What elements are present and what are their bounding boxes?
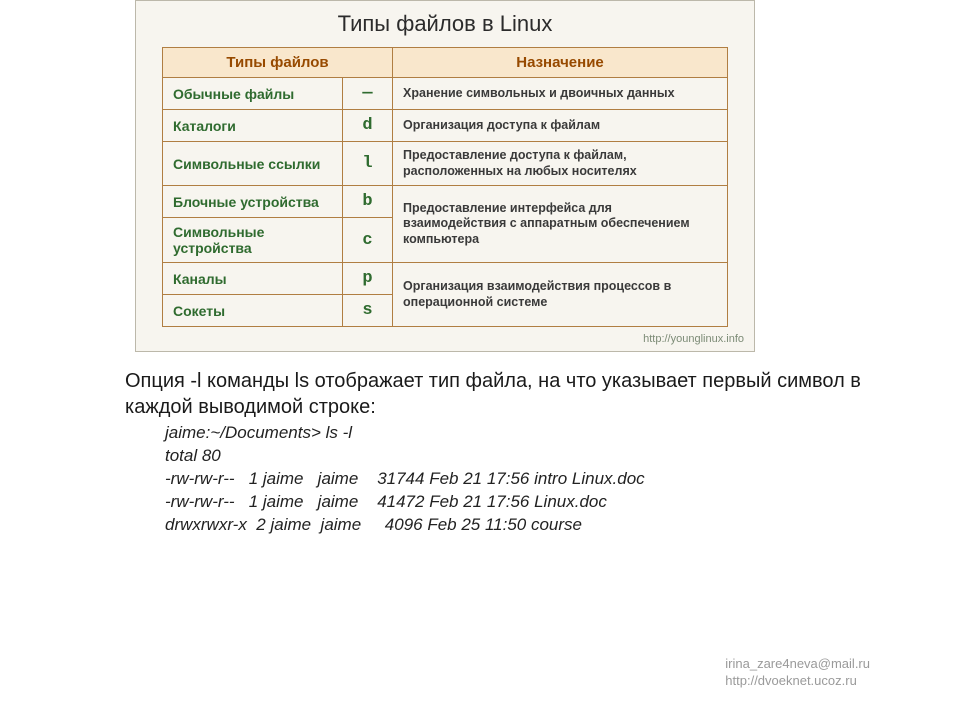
type-desc: Организация взаимодействия процессов в о… <box>393 263 728 327</box>
type-symbol: l <box>343 142 393 186</box>
filetype-table: Типы файлов Назначение Обычные файлы — Х… <box>162 47 728 327</box>
type-name: Символьные устройства <box>163 218 343 263</box>
type-symbol: с <box>343 218 393 263</box>
slide-footer: irina_zare4neva@mail.ru http://dvoeknet.… <box>725 656 870 690</box>
filetype-table-card: Типы файлов в Linux Типы файлов Назначен… <box>135 0 755 352</box>
terminal-line: total 80 <box>165 446 221 465</box>
type-name: Блочные устройства <box>163 186 343 218</box>
header-purpose: Назначение <box>393 48 728 78</box>
table-title: Типы файлов в Linux <box>162 11 728 37</box>
terminal-line: drwxrwxr-x 2 jaime jaime 4096 Feb 25 11:… <box>165 515 582 534</box>
terminal-line: -rw-rw-r-- 1 jaime jaime 41472 Feb 21 17… <box>165 492 607 511</box>
table-row: Каналы p Организация взаимодействия проц… <box>163 263 728 295</box>
type-desc: Хранение символьных и двоичных данных <box>393 78 728 110</box>
type-symbol: d <box>343 110 393 142</box>
type-name: Сокеты <box>163 295 343 327</box>
footer-url: http://dvoeknet.ucoz.ru <box>725 673 870 690</box>
table-row: Обычные файлы — Хранение символьных и дв… <box>163 78 728 110</box>
type-name: Обычные файлы <box>163 78 343 110</box>
footer-email: irina_zare4neva@mail.ru <box>725 656 870 673</box>
type-name: Каталоги <box>163 110 343 142</box>
paragraph: Опция -l команды ls отображает тип файла… <box>125 368 900 420</box>
header-type: Типы файлов <box>163 48 393 78</box>
terminal-output: jaime:~/Documents> ls -l total 80 -rw-rw… <box>165 422 900 537</box>
terminal-line: jaime:~/Documents> ls -l <box>165 423 352 442</box>
type-desc: Предоставление доступа к файлам, располо… <box>393 142 728 186</box>
table-row: Блочные устройства b Предоставление инте… <box>163 186 728 218</box>
table-source-link: http://younglinux.info <box>643 333 744 345</box>
table-row: Символьные ссылки l Предоставление досту… <box>163 142 728 186</box>
terminal-line: -rw-rw-r-- 1 jaime jaime 31744 Feb 21 17… <box>165 469 645 488</box>
type-symbol: p <box>343 263 393 295</box>
type-desc: Организация доступа к файлам <box>393 110 728 142</box>
type-symbol: b <box>343 186 393 218</box>
type-name: Каналы <box>163 263 343 295</box>
table-row: Каталоги d Организация доступа к файлам <box>163 110 728 142</box>
type-symbol: s <box>343 295 393 327</box>
type-name: Символьные ссылки <box>163 142 343 186</box>
type-desc: Предоставление интерфейса для взаимодейс… <box>393 186 728 263</box>
type-symbol: — <box>343 78 393 110</box>
